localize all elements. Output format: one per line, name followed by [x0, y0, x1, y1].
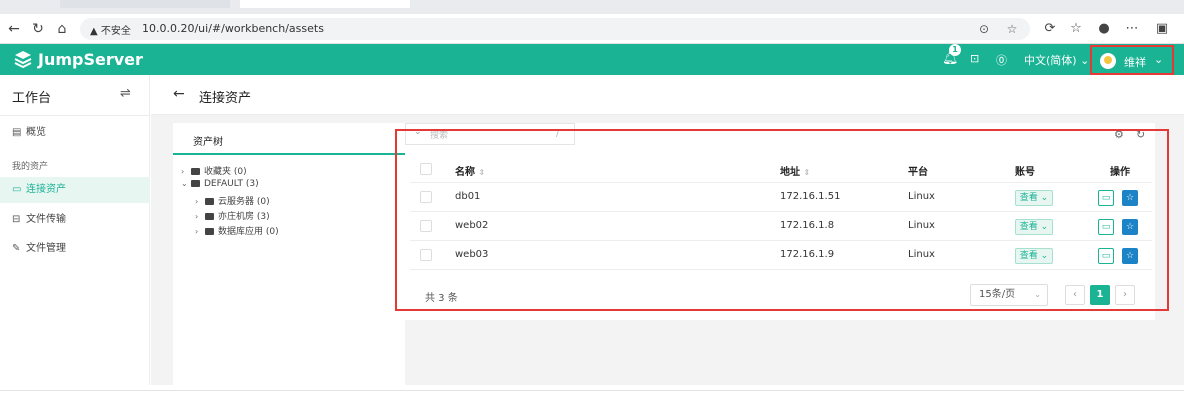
reload-icon[interactable]: ↻: [28, 19, 48, 39]
row-checkbox[interactable]: [420, 220, 432, 232]
asset-name: db01: [455, 191, 481, 202]
sidebar-toggle-icon[interactable]: ▣: [1152, 19, 1172, 39]
sidebar-item-overview[interactable]: ▤ 概览: [0, 120, 150, 146]
asset-name: web02: [455, 220, 489, 231]
favorites-icon[interactable]: ☆: [1066, 19, 1086, 39]
table-row[interactable]: web03 172.16.1.9 Linux 查看 ⌄ ▭ ☆: [410, 241, 1152, 270]
tree-node-cloud[interactable]: › 云服务器 (0): [195, 194, 270, 207]
search-input[interactable]: ⌄ 搜索 /: [405, 123, 575, 145]
asset-table-panel: ⌄ 搜索 / ⚙ ↻ 名称 ⇕ 地址 ⇕ 平台 账号 操作 db01 172.1…: [405, 123, 1155, 320]
star-icon[interactable]: ☆: [1122, 219, 1138, 235]
avatar: [1100, 53, 1116, 69]
url-text[interactable]: 10.0.0.20/ui/#/workbench/assets: [142, 22, 324, 35]
asset-tree-panel: 资产树 › 收藏夹 (0) ⌄ DEFAULT (3) › 云服务器 (0) › 亦庄机…: [173, 123, 405, 385]
user-name: 维祥: [1124, 56, 1146, 69]
connect-icon[interactable]: ▭: [1098, 219, 1114, 235]
column-header-platform: 平台: [908, 167, 928, 178]
app-header: JumpServer 🔔︎ 1 ⊡ ⓪ 中文(简体) ⌄ 维祥 ⌄: [0, 44, 1184, 75]
more-icon[interactable]: ⋯: [1122, 19, 1142, 39]
connect-icon[interactable]: ▭: [1098, 190, 1114, 206]
switch-view-icon[interactable]: ⇌: [120, 86, 131, 101]
tree-node-database[interactable]: › 数据库应用 (0): [195, 224, 279, 237]
browser-toolbar: ← ↻ ⌂ ▲ 不安全 10.0.0.20/ui/#/workbench/ass…: [0, 14, 1184, 44]
help-icon[interactable]: ⓪: [996, 52, 1007, 68]
sidebar-item-connect-assets[interactable]: ▭ 连接资产: [0, 177, 150, 203]
reader-icon[interactable]: ⊙: [976, 21, 992, 37]
asset-address: 172.16.1.51: [780, 191, 841, 202]
terminal-icon[interactable]: ⊡: [970, 52, 979, 65]
settings-icon[interactable]: ⚙: [1114, 128, 1124, 141]
tree-node-favorites[interactable]: › 收藏夹 (0): [181, 164, 247, 177]
sidebar-group-label: 我的资产: [12, 162, 49, 172]
dashboard-icon: ▤: [12, 127, 22, 138]
row-checkbox[interactable]: [420, 191, 432, 203]
column-header-actions: 操作: [1110, 167, 1130, 178]
page-header: ← 连接资产: [151, 75, 1184, 115]
table-row[interactable]: web02 172.16.1.8 Linux 查看 ⌄ ▭ ☆: [410, 212, 1152, 241]
browser-tab[interactable]: [60, 0, 230, 8]
logo[interactable]: JumpServer: [14, 50, 143, 69]
page-title: 连接资产: [199, 91, 252, 106]
home-icon[interactable]: ⌂: [52, 19, 72, 39]
profile-icon[interactable]: ●: [1094, 19, 1114, 39]
star-icon[interactable]: ☆: [1122, 190, 1138, 206]
account-view-dropdown[interactable]: 查看 ⌄: [1015, 248, 1053, 264]
total-count: 共 3 条: [425, 293, 458, 304]
back-icon[interactable]: ←: [4, 19, 24, 39]
account-view-dropdown[interactable]: 查看 ⌄: [1015, 219, 1053, 235]
logo-icon: [14, 51, 32, 68]
row-checkbox[interactable]: [420, 249, 432, 261]
sidebar-title: 工作台: [12, 91, 52, 106]
table-header: 名称 ⇕ 地址 ⇕ 平台 账号 操作: [410, 155, 1152, 183]
notification-badge: 1: [949, 44, 961, 56]
star-icon[interactable]: ☆: [1122, 248, 1138, 264]
asset-address: 172.16.1.8: [780, 220, 835, 231]
column-header-name[interactable]: 名称 ⇕: [455, 163, 485, 178]
sidebar: 工作台 ⇌ ▤ 概览 我的资产 ▭ 连接资产 ⊟ 文件传输 ✎ 文件管理: [0, 75, 150, 385]
bottom-panel: [0, 390, 1184, 406]
chevron-down-icon: ⌄: [1154, 53, 1164, 66]
tab-asset-tree[interactable]: 资产树: [173, 123, 405, 155]
asset-platform: Linux: [908, 249, 935, 260]
address-bar[interactable]: ▲ 不安全 10.0.0.20/ui/#/workbench/assets ⊙ …: [80, 18, 1030, 40]
language-selector[interactable]: 中文(简体) ⌄: [1024, 52, 1089, 68]
tree-node-yizhuang[interactable]: › 亦庄机房 (3): [195, 209, 270, 222]
transfer-icon: ⊟: [12, 214, 21, 225]
browser-tab-active[interactable]: [240, 0, 410, 8]
asset-platform: Linux: [908, 191, 935, 202]
monitor-icon: ▭: [12, 184, 22, 195]
column-header-address[interactable]: 地址 ⇕: [780, 163, 810, 178]
extensions-icon[interactable]: ⟳: [1040, 19, 1060, 39]
chevron-down-icon: ⌄: [414, 127, 422, 137]
asset-name: web03: [455, 249, 489, 260]
page-button-current[interactable]: 1: [1090, 285, 1110, 305]
next-page-button[interactable]: ›: [1115, 285, 1135, 305]
divider: [0, 115, 150, 116]
refresh-icon[interactable]: ↻: [1136, 128, 1145, 141]
insecure-badge[interactable]: ▲ 不安全: [90, 22, 131, 37]
user-menu[interactable]: 维祥 ⌄: [1090, 45, 1174, 75]
table-row[interactable]: db01 172.16.1.51 Linux 查看 ⌄ ▭ ☆: [410, 183, 1152, 212]
prev-page-button[interactable]: ‹: [1065, 285, 1085, 305]
favorite-star-icon[interactable]: ☆: [1004, 21, 1020, 37]
sidebar-item-file-manage[interactable]: ✎ 文件管理: [0, 236, 150, 262]
browser-tabstrip: [0, 0, 1184, 14]
select-all-checkbox[interactable]: [420, 163, 432, 175]
asset-platform: Linux: [908, 220, 935, 231]
connect-icon[interactable]: ▭: [1098, 248, 1114, 264]
back-arrow-icon[interactable]: ←: [173, 86, 185, 102]
sidebar-item-file-transfer[interactable]: ⊟ 文件传输: [0, 207, 150, 233]
tree-node-default[interactable]: ⌄ DEFAULT (3): [181, 179, 259, 189]
asset-address: 172.16.1.9: [780, 249, 835, 260]
column-header-account: 账号: [1015, 167, 1035, 178]
page-size-select[interactable]: 15条/页 ⌄: [970, 284, 1048, 306]
edit-icon: ✎: [12, 243, 21, 254]
logo-text: JumpServer: [38, 50, 143, 69]
account-view-dropdown[interactable]: 查看 ⌄: [1015, 190, 1053, 206]
